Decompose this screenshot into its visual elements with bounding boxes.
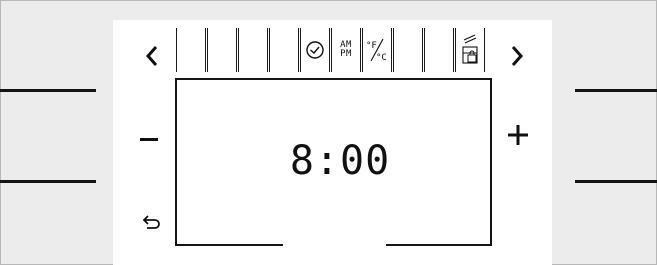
svg-text:°C: °C	[376, 53, 387, 63]
indicator-clock[interactable]	[300, 28, 330, 72]
minus-button[interactable]	[129, 120, 169, 160]
indicator-slot-9	[424, 28, 454, 72]
minus-icon	[140, 138, 158, 141]
back-button[interactable]	[132, 202, 172, 242]
indicator-temperature-unit[interactable]: °F °C	[362, 28, 392, 72]
indicator-strip: AM PM °F °C	[176, 28, 488, 72]
fahrenheit-celsius-icon: °F °C	[366, 38, 387, 63]
chevron-right-icon	[511, 46, 524, 66]
plus-icon	[508, 125, 528, 145]
svg-text:°F: °F	[366, 41, 377, 51]
time-display: 8:00	[289, 138, 391, 184]
chevron-left-icon	[145, 46, 158, 66]
indicator-slot-3	[238, 28, 268, 72]
clock-icon	[306, 41, 324, 59]
indicator-slot-2	[207, 28, 237, 72]
indicator-slot-4	[269, 28, 299, 72]
indicator-ampm[interactable]: AM PM	[331, 28, 361, 72]
am-pm-icon: AM PM	[340, 41, 352, 59]
next-button[interactable]	[497, 36, 537, 76]
back-icon	[142, 215, 160, 229]
pm-label: PM	[340, 49, 352, 59]
child-lock-icon	[462, 34, 478, 64]
indicator-child-lock[interactable]	[455, 28, 485, 72]
indicator-slot-1	[176, 28, 206, 72]
plus-button[interactable]	[498, 115, 538, 155]
previous-button[interactable]	[132, 36, 172, 76]
indicator-slot-8	[393, 28, 423, 72]
